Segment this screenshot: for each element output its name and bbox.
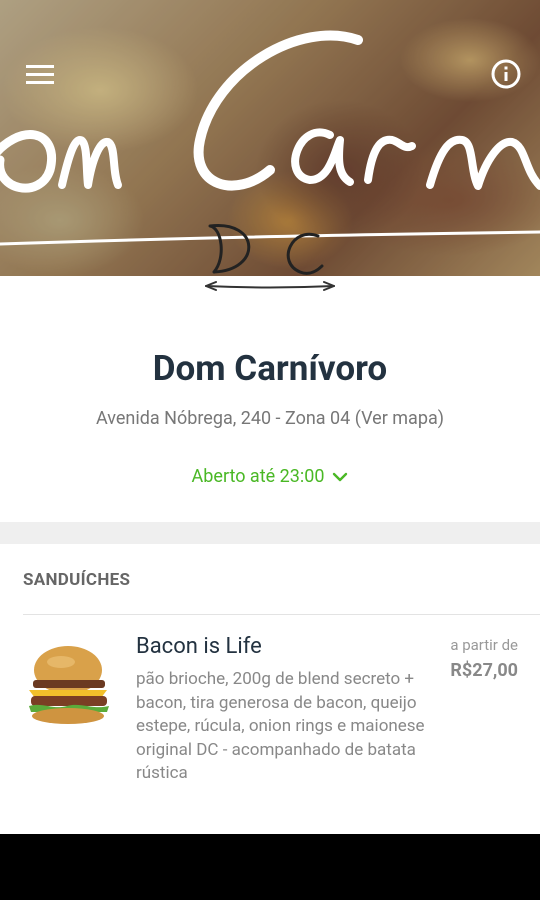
menu-item-price: R$27,00 <box>450 660 518 681</box>
menu-item[interactable]: Bacon is Life pão brioche, 200g de blend… <box>0 630 540 810</box>
menu-item-name: Bacon is Life <box>136 634 262 659</box>
section-divider <box>0 522 540 544</box>
section-separator <box>23 614 540 615</box>
menu-button[interactable] <box>20 54 60 94</box>
menu-item-description: pão brioche, 200g de blend secreto + bac… <box>136 669 425 783</box>
restaurant-name: Dom Carnívoro <box>152 348 388 389</box>
restaurant-logo <box>0 30 540 291</box>
info-button[interactable] <box>486 54 526 94</box>
menu-section-title: SANDUÍCHES <box>23 570 131 590</box>
restaurant-address-link[interactable]: Avenida Nóbrega, 240 - Zona 04 (Ver mapa… <box>0 408 540 429</box>
burger-image <box>29 646 109 724</box>
system-navigation-bar <box>0 834 540 900</box>
restaurant-screen: Dom Carnívoro Avenida Nóbrega, 240 - Zon… <box>0 0 540 834</box>
chevron-down-icon <box>333 472 348 481</box>
info-circle-icon <box>491 59 521 89</box>
hamburger-menu-icon <box>26 65 54 84</box>
opening-hours-label: Aberto até 23:00 <box>191 466 325 487</box>
menu-item-price-label: a partir de <box>450 636 518 654</box>
opening-hours-toggle[interactable]: Aberto até 23:00 <box>0 466 540 487</box>
